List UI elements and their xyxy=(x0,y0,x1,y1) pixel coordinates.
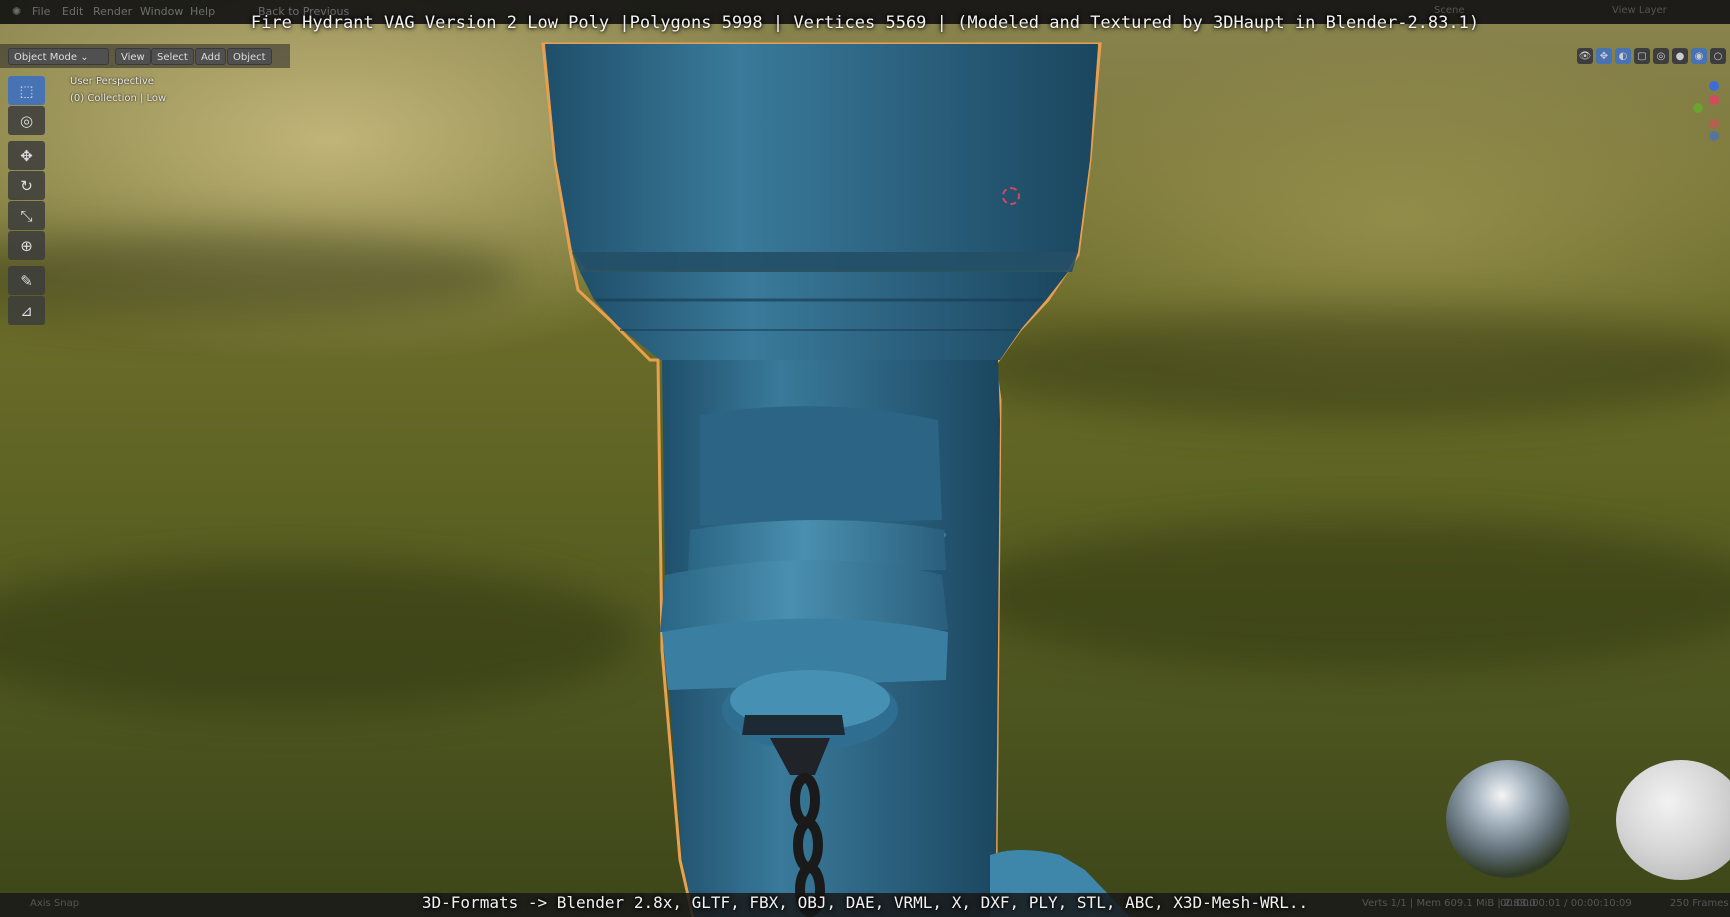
view-menu-button[interactable]: View xyxy=(115,48,151,65)
3d-viewport[interactable] xyxy=(0,0,1730,917)
hdri-chrome-sphere xyxy=(1446,760,1570,878)
z-axis-icon xyxy=(1709,81,1719,91)
chevron-down-icon: ⌄ xyxy=(80,52,89,63)
navigation-gizmo[interactable] xyxy=(1684,78,1724,148)
measure-icon[interactable]: ⊿ xyxy=(8,296,45,325)
object-menu-button[interactable]: Object xyxy=(227,48,272,65)
formats-caption-overlay: 3D-Formats -> Blender 2.8x, GLTF, FBX, O… xyxy=(421,893,1309,912)
neg-z-axis-icon xyxy=(1709,131,1719,141)
wireframe-shading-icon[interactable]: ◎ xyxy=(1653,48,1669,64)
material-shading-icon[interactable]: ◉ xyxy=(1691,48,1707,64)
select-menu-button[interactable]: Select xyxy=(151,48,194,65)
neg-x-axis-icon xyxy=(1709,119,1719,129)
video-title-overlay: Fire Hydrant VAG Version 2 Low Poly |Pol… xyxy=(250,13,1480,33)
annotate-icon[interactable]: ✎ xyxy=(8,266,45,295)
visibility-icon[interactable]: 👁 xyxy=(1577,48,1593,64)
viewport-perspective-label: User Perspective xyxy=(70,76,154,87)
viewport-shading-controls: 👁 ✥ ◐ ▢ ◎ ● ◉ ○ xyxy=(1577,48,1726,64)
mode-dropdown[interactable]: Object Mode ⌄ xyxy=(8,48,109,65)
xray-toggle-icon[interactable]: ▢ xyxy=(1634,48,1650,64)
select-box-icon[interactable]: ⬚ xyxy=(8,76,45,105)
y-axis-icon xyxy=(1693,103,1703,113)
rendered-shading-icon[interactable]: ○ xyxy=(1710,48,1726,64)
overlay-toggle-icon[interactable]: ◐ xyxy=(1615,48,1631,64)
cursor-icon[interactable]: ◎ xyxy=(8,106,45,135)
transform-icon[interactable]: ⊕ xyxy=(8,231,45,260)
gizmo-toggle-icon[interactable]: ✥ xyxy=(1596,48,1612,64)
add-menu-button[interactable]: Add xyxy=(195,48,227,65)
mode-label: Object Mode xyxy=(14,52,77,63)
x-axis-icon xyxy=(1709,95,1719,105)
3d-cursor-icon[interactable] xyxy=(1002,187,1020,205)
viewport-collection-label: (0) Collection | Low xyxy=(70,93,167,104)
move-icon[interactable]: ✥ xyxy=(8,141,45,170)
solid-shading-icon[interactable]: ● xyxy=(1672,48,1688,64)
tool-shelf: ⬚ ◎ ✥ ↻ ⤡ ⊕ ✎ ⊿ xyxy=(8,76,46,326)
scale-icon[interactable]: ⤡ xyxy=(8,201,45,230)
rotate-icon[interactable]: ↻ xyxy=(8,171,45,200)
